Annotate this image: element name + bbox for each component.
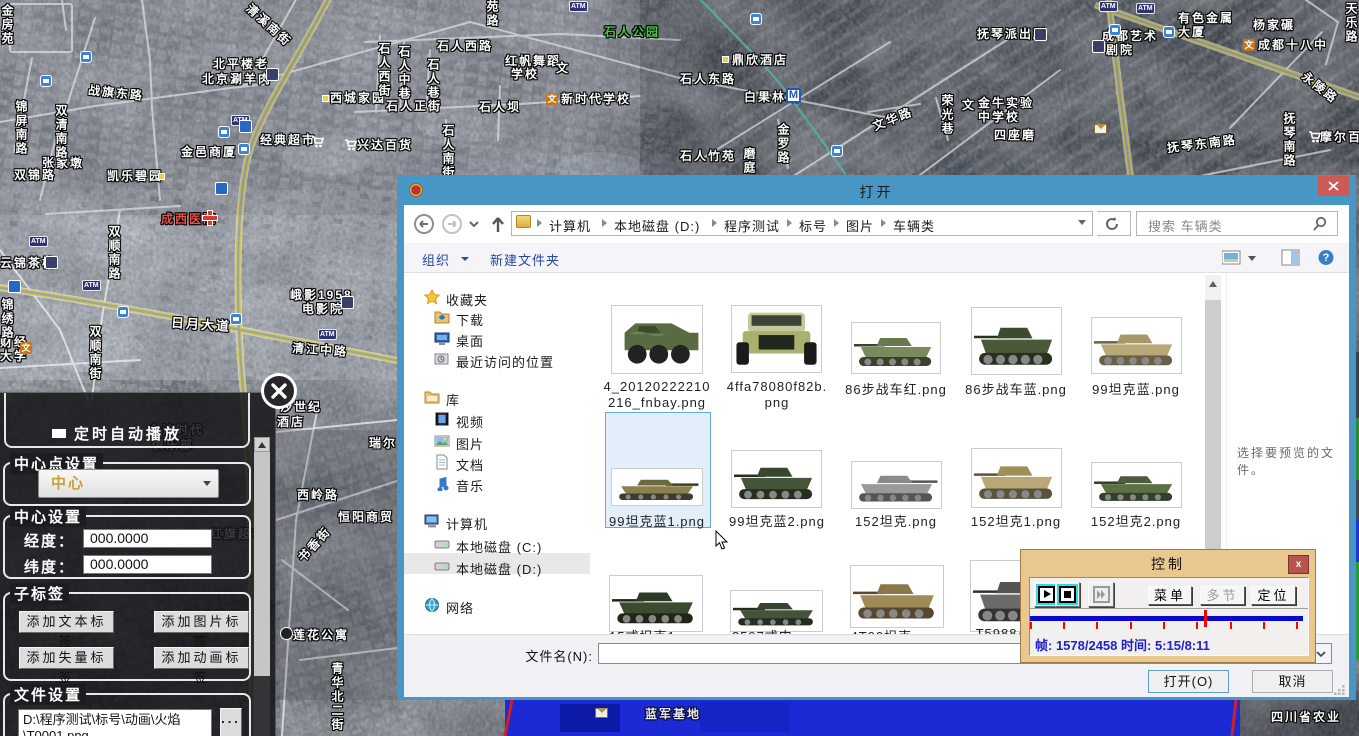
svg-text:?: ?: [1323, 252, 1330, 264]
